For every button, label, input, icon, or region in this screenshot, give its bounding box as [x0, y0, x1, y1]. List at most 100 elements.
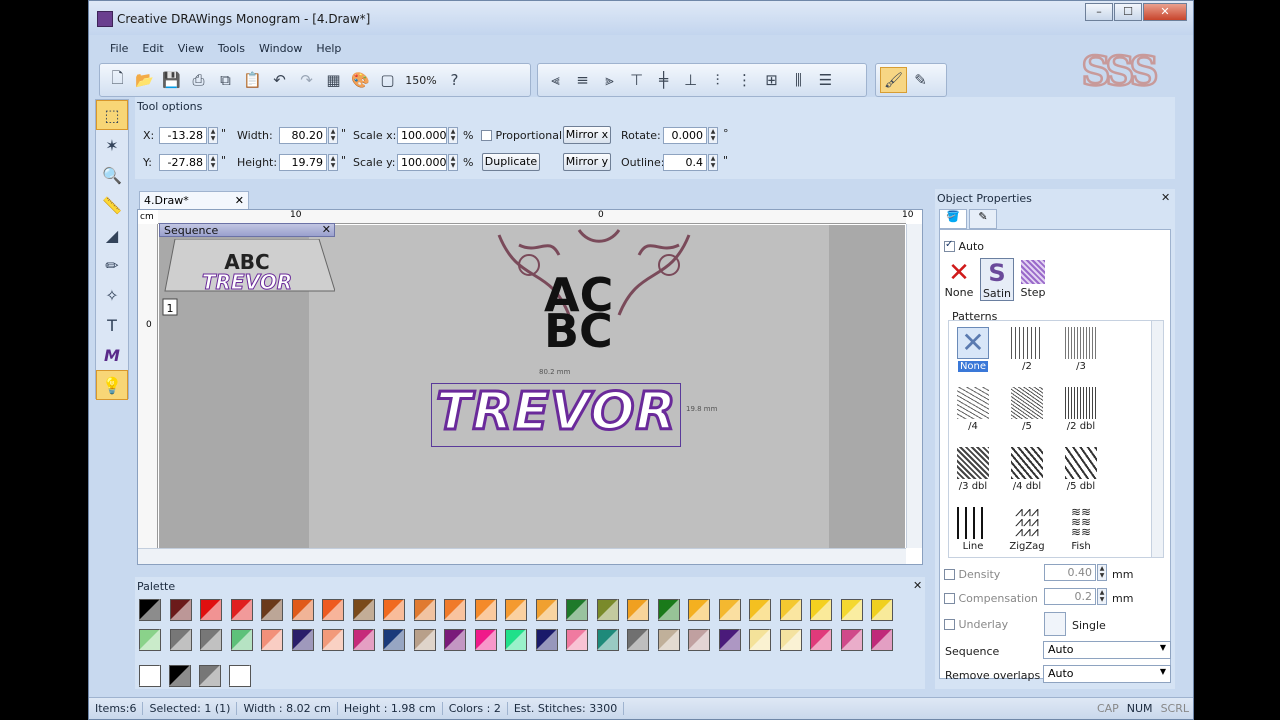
rotate-spinner[interactable]: ▲ ▼ [708, 127, 718, 144]
scale-y-field[interactable]: 100.000 [397, 154, 447, 171]
proportional-checkbox[interactable] [481, 130, 492, 141]
pen-icon[interactable]: ✎ [907, 67, 934, 93]
y-field[interactable]: -27.88 [159, 154, 207, 171]
align-right-icon[interactable]: ⫸ [596, 67, 623, 93]
monogram-tool-icon[interactable]: M [96, 340, 128, 370]
vertical-scrollbar[interactable] [906, 224, 922, 548]
y-spinner[interactable]: ▲ ▼ [208, 154, 218, 171]
palette-color-swatch[interactable] [444, 629, 466, 651]
text-tool-icon[interactable]: T [96, 310, 128, 340]
menu-view[interactable]: View [171, 37, 211, 59]
select-tool-icon[interactable]: ⬚ [96, 100, 128, 130]
palette-color-swatch[interactable] [688, 599, 710, 621]
fill-none-option[interactable]: ✕ None [944, 260, 974, 299]
black-swatch[interactable] [169, 665, 191, 687]
brush-icon[interactable]: 🖌 [880, 67, 907, 93]
palette-color-swatch[interactable] [230, 599, 253, 621]
palette-color-swatch[interactable] [779, 629, 802, 651]
open-file-icon[interactable]: 📂 [131, 67, 158, 93]
height-spinner[interactable]: ▲ ▼ [328, 154, 338, 171]
palette-color-swatch[interactable] [840, 629, 863, 651]
rotate-field[interactable]: 0.000 [663, 127, 707, 144]
help-pointer-icon[interactable]: ? [441, 67, 468, 93]
compensation-field[interactable]: 0.2 [1044, 588, 1096, 605]
palette-color-swatch[interactable] [505, 629, 527, 651]
pattern-3-dbl[interactable]: /3 dbl [953, 447, 993, 492]
fill-satin-option[interactable]: S Satin [980, 258, 1014, 301]
x-spinner[interactable]: ▲ ▼ [208, 127, 218, 144]
palette-color-swatch[interactable] [261, 599, 283, 621]
compensation-checkbox[interactable] [944, 593, 955, 604]
shape-tool-icon[interactable]: ✧ [96, 280, 128, 310]
outline-tab[interactable]: ✎ [969, 209, 997, 229]
palette-color-swatch[interactable] [566, 629, 588, 651]
zoom-tool-icon[interactable]: 🔍 [96, 160, 128, 190]
palette-color-swatch[interactable] [444, 599, 466, 621]
x-field[interactable]: -13.28 [159, 127, 207, 144]
density-checkbox[interactable] [944, 569, 955, 580]
align-left-icon[interactable]: ⫷ [542, 67, 569, 93]
palette-color-swatch[interactable] [322, 599, 344, 621]
palette-color-swatch[interactable] [230, 629, 253, 651]
sequence-title-bar[interactable]: Sequence ✕ [159, 223, 335, 237]
horizontal-scrollbar[interactable] [138, 548, 906, 564]
pattern-4-dbl[interactable]: /4 dbl [1007, 447, 1047, 492]
palette-color-swatch[interactable] [596, 599, 619, 621]
underlay-checkbox[interactable] [944, 619, 955, 630]
idea-tool-icon[interactable]: 💡 [96, 370, 128, 400]
palette-color-swatch[interactable] [383, 629, 405, 651]
align-center-icon[interactable]: ≡ [569, 67, 596, 93]
height-field[interactable]: 19.79 [279, 154, 327, 171]
palette-color-swatch[interactable] [535, 629, 558, 651]
pattern-fish[interactable]: ≋≋ ≋≋ ≋≋ Fish [1061, 506, 1101, 552]
space-vertical-icon[interactable]: ☰ [812, 67, 839, 93]
palette-color-swatch[interactable] [413, 629, 436, 651]
palette-color-swatch[interactable] [596, 629, 619, 651]
underlay-icon[interactable] [1044, 612, 1066, 636]
menu-edit[interactable]: Edit [135, 37, 170, 59]
palette-color-swatch[interactable] [169, 599, 192, 621]
density-field[interactable]: 0.40 [1044, 564, 1096, 581]
save-icon[interactable]: 💾 [158, 67, 185, 93]
pencil-tool-icon[interactable]: ✏ [96, 250, 128, 280]
remove-overlaps-select[interactable]: Auto ▼ [1043, 665, 1171, 683]
palette-color-swatch[interactable] [139, 599, 161, 621]
compensation-spinner[interactable]: ▲ ▼ [1097, 588, 1107, 605]
palette-color-swatch[interactable] [169, 629, 192, 651]
palette-color-swatch[interactable] [535, 599, 558, 621]
palette-color-swatch[interactable] [627, 599, 649, 621]
palette-color-swatch[interactable] [627, 629, 649, 651]
pattern-3[interactable]: /3 [1061, 327, 1101, 372]
zoom-level[interactable]: 150% [401, 74, 441, 87]
palette-color-swatch[interactable] [749, 629, 771, 651]
density-spinner[interactable]: ▲ ▼ [1097, 564, 1107, 581]
palette-color-swatch[interactable] [840, 599, 863, 621]
mirror-y-button[interactable]: Mirror y [563, 153, 611, 171]
redo-icon[interactable]: ↷ [293, 67, 320, 93]
width-field[interactable]: 80.20 [279, 127, 327, 144]
palette-color-swatch[interactable] [657, 629, 680, 651]
pattern-5-dbl[interactable]: /5 dbl [1061, 447, 1101, 492]
palette-color-swatch[interactable] [352, 629, 375, 651]
tab-close-icon[interactable]: ✕ [235, 194, 244, 207]
palette-color-swatch[interactable] [291, 599, 314, 621]
gray-swatch[interactable] [199, 665, 221, 687]
pattern-2-dbl[interactable]: /2 dbl [1061, 387, 1101, 432]
pattern-zigzag[interactable]: ⩘⩘⩘ ⩘⩘⩘ ⩘⩘⩘ ZigZag [1007, 505, 1047, 552]
patterns-scrollbar[interactable] [1151, 321, 1163, 557]
close-button[interactable]: ✕ [1143, 3, 1187, 21]
new-file-icon[interactable]: 🗋 [104, 67, 131, 93]
palette-color-swatch[interactable] [200, 629, 222, 651]
pattern-5[interactable]: /5 [1007, 387, 1047, 432]
grid-icon[interactable]: ▦ [320, 67, 347, 93]
width-spinner[interactable]: ▲ ▼ [328, 127, 338, 144]
sequence-thumbnail[interactable]: ABC TREVOR 1 [159, 239, 335, 319]
maximize-button[interactable]: ☐ [1114, 3, 1142, 21]
align-middle-icon[interactable]: ╪ [650, 67, 677, 93]
sequence-select[interactable]: Auto ▼ [1043, 641, 1171, 659]
grid-align-icon[interactable]: ⊞ [758, 67, 785, 93]
app-icon[interactable] [97, 11, 113, 27]
palette-color-swatch[interactable] [688, 629, 710, 651]
palette-color-swatch[interactable] [352, 599, 375, 621]
palette-color-swatch[interactable] [749, 599, 771, 621]
